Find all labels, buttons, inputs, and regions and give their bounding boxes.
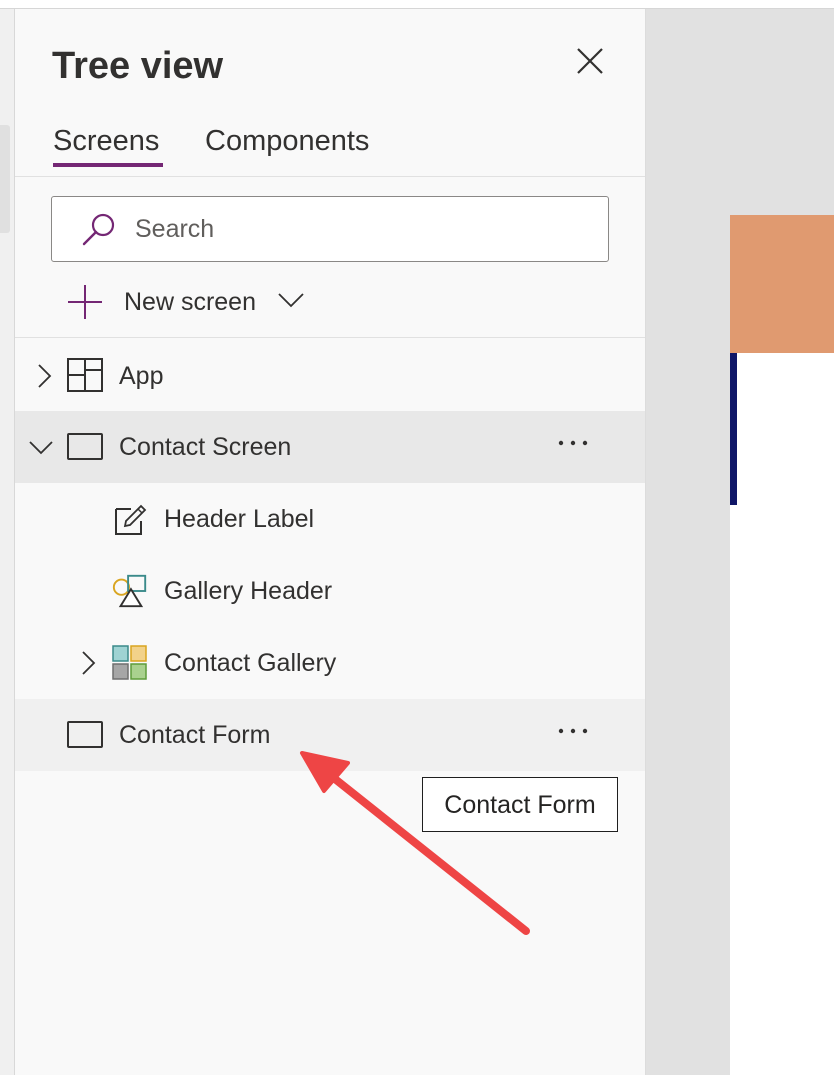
tree-item-contact-gallery[interactable]: Contact Gallery [15,627,645,699]
tab-components[interactable]: Components [205,121,369,161]
tree-item-label: Contact Gallery [164,649,337,677]
toolbar-divider [15,337,645,338]
screen-icon [67,433,103,460]
rail-tab[interactable] [0,125,10,233]
search-placeholder: Search [135,215,215,243]
chevron-right-icon[interactable] [33,362,55,390]
tree-item-label: Header Label [164,505,315,533]
more-options-icon[interactable] [551,427,595,463]
tree-item-label: Contact Form [119,721,271,749]
chevron-down-icon [278,293,304,308]
top-bar [0,0,834,9]
new-screen-button[interactable]: New screen [67,282,317,322]
close-icon [577,48,603,74]
shapes-icon [112,574,147,608]
left-rail [0,9,15,1075]
tree-item-label: Contact Screen [119,433,292,461]
chevron-right-icon[interactable] [77,649,99,677]
canvas-header-bar [730,215,834,353]
screen-icon [67,721,103,748]
panel-title: Tree view [52,45,224,87]
tab-screens[interactable]: Screens [53,121,159,161]
active-tab-indicator [53,163,163,167]
tree-item-header-label[interactable]: Header Label [15,483,645,555]
close-button[interactable] [570,43,610,83]
search-icon [82,213,115,246]
annotation-arrow [300,751,530,935]
tabs-divider [15,176,645,177]
tree-item-contact-screen[interactable]: Contact Screen [15,411,645,483]
tree-item-label: App [119,362,164,390]
plus-icon [68,285,102,319]
tree-item-gallery-header[interactable]: Gallery Header [15,555,645,627]
app-icon [67,358,103,392]
search-input[interactable]: Search [51,196,609,262]
tree-item-label: Gallery Header [164,577,333,605]
label-edit-icon [115,504,147,535]
more-options-icon[interactable] [551,715,595,751]
chevron-down-icon[interactable] [27,433,55,461]
screen-canvas[interactable] [730,215,834,1075]
gallery-icon [112,645,147,680]
canvas-accent-bar [730,353,737,505]
tree-item-app[interactable]: App [15,340,645,412]
new-screen-label: New screen [124,288,256,316]
